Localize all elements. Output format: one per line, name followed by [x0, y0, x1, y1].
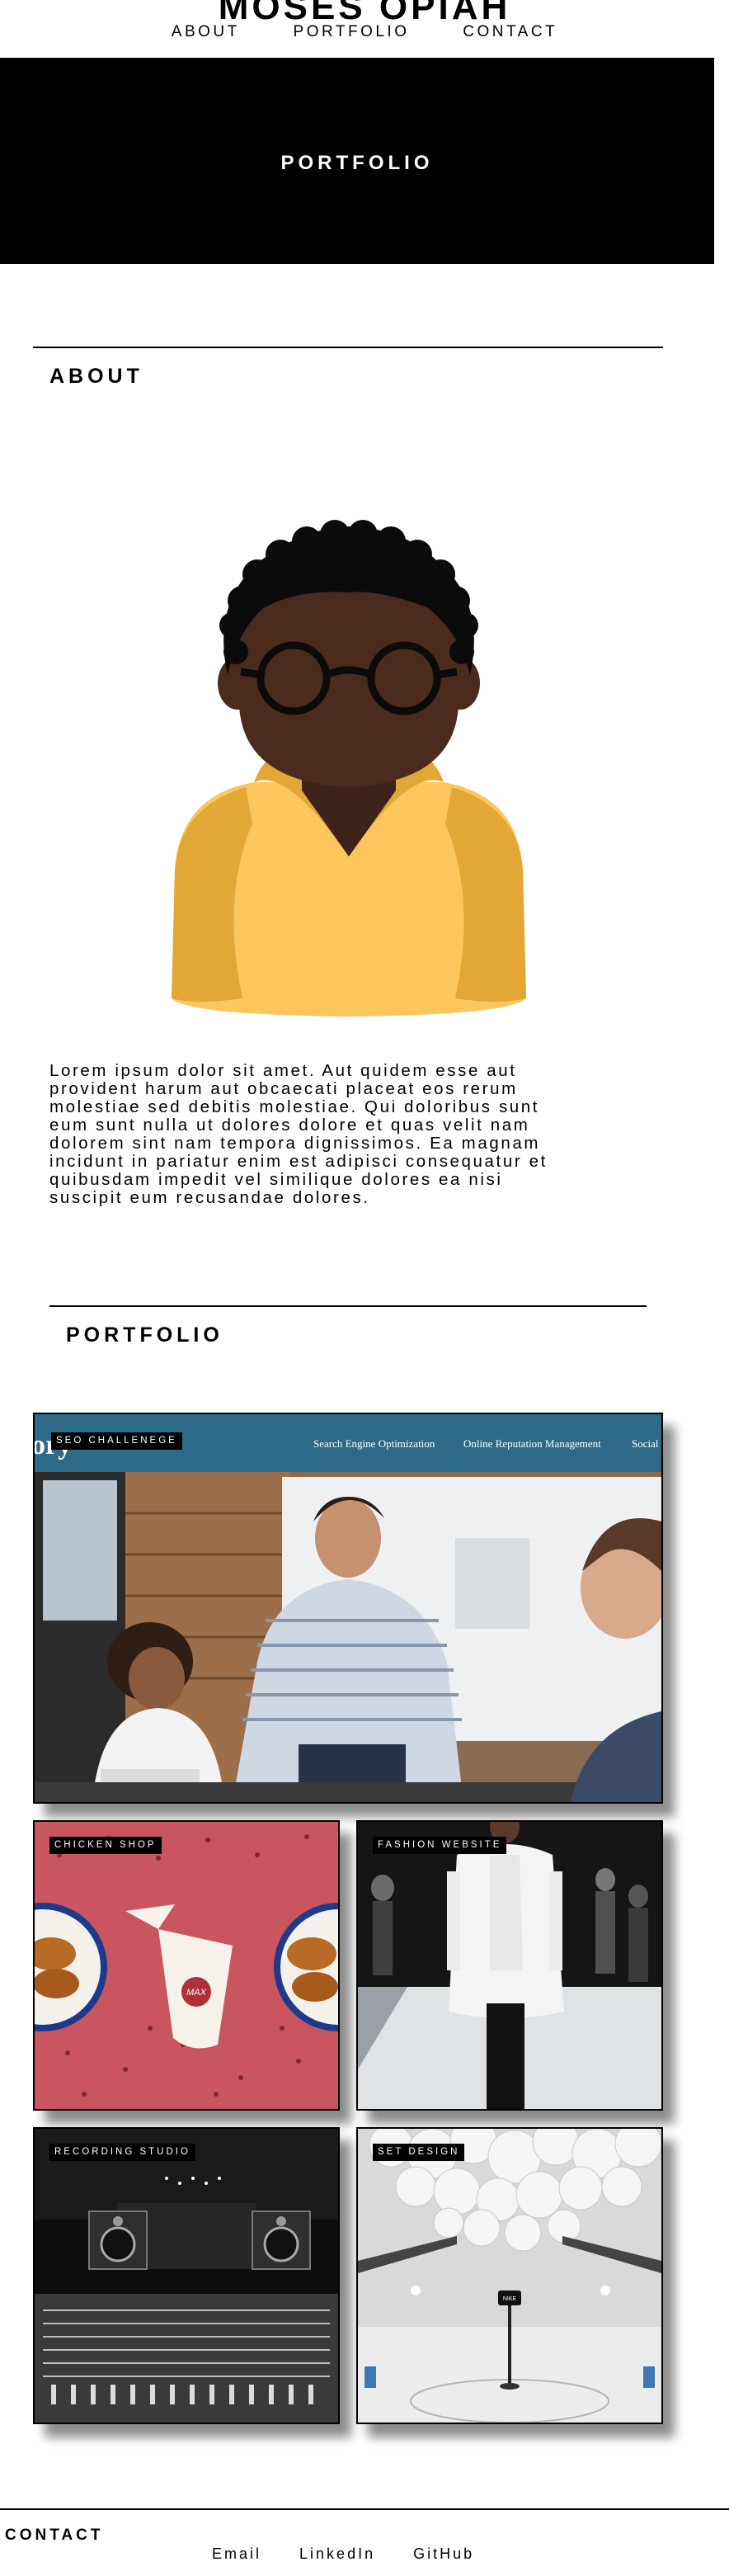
project-label-set-design: SET DESIGN [373, 2144, 465, 2161]
nav-contact-link[interactable]: CONTACT [463, 23, 557, 40]
seo-nav-item: Social [632, 1437, 659, 1450]
project-card-fashion[interactable]: FASHION WEBSITE [356, 1820, 663, 2111]
footer-links: Email LinkedIn GitHub [212, 2545, 506, 2563]
project-image-seo: ory Search Engine Optimization Online Re… [35, 1414, 661, 1802]
about-line: incidunt in pariatur enim est adipisci c… [49, 1152, 548, 1171]
project-card-recording-studio[interactable]: RECORDING STUDIO [33, 2127, 340, 2424]
about-text: Lorem ipsum dolor sit amet. Aut quidem e… [49, 1062, 660, 1207]
project-card-seo[interactable]: ory Search Engine Optimization Online Re… [33, 1413, 663, 1804]
project-image-chicken-shop: MAX [35, 1822, 338, 2109]
hero-label: PORTFOLIO [280, 152, 434, 174]
about-divider [33, 347, 663, 348]
set-sign-text: NIKE [503, 2296, 517, 2302]
github-link[interactable]: GitHub [413, 2545, 474, 2562]
project-label-chicken-shop: CHICKEN SHOP [49, 1837, 162, 1854]
about-line: molestiae sed debitis molestiae. Qui dol… [49, 1097, 540, 1116]
hero-banner: PORTFOLIO [0, 58, 714, 264]
portfolio-heading: PORTFOLIO [66, 1323, 223, 1347]
seo-nav-item: Search Engine Optimization [313, 1437, 435, 1450]
avatar-illustration [172, 520, 526, 1017]
about-line: eum sunt nulla ut dolores dolore et quas… [49, 1116, 530, 1135]
project-label-recording-studio: RECORDING STUDIO [49, 2144, 195, 2161]
about-line: Lorem ipsum dolor sit amet. Aut quidem e… [49, 1061, 517, 1080]
project-card-chicken-shop[interactable]: MAX CHICKEN SHOP [33, 1820, 340, 2111]
footer-heading: CONTACT [5, 2526, 104, 2544]
project-label-fashion: FASHION WEBSITE [373, 1837, 507, 1854]
linkedin-link[interactable]: LinkedIn [299, 2545, 375, 2562]
nav-about-link[interactable]: ABOUT [172, 23, 240, 40]
email-link[interactable]: Email [212, 2545, 261, 2562]
project-label-seo: SEO CHALLENEGE [51, 1432, 182, 1450]
project-image-set-design: NIKE [358, 2129, 661, 2423]
project-image-recording-studio [35, 2129, 338, 2423]
project-card-set-design[interactable]: NIKE SET DESIGN [356, 2127, 663, 2424]
wrapper-logo-text: MAX [186, 1988, 207, 1998]
footer-divider [0, 2508, 729, 2510]
about-line: provident harum aut obcaecati placeat eo… [49, 1079, 518, 1098]
portfolio-divider [49, 1305, 647, 1307]
about-line: quibusdam impedit vel similique dolores … [49, 1170, 503, 1189]
top-nav: ABOUT PORTFOLIO CONTACT [0, 23, 729, 41]
seo-nav-item: Online Reputation Management [463, 1437, 601, 1450]
about-line: suscipit eum recusandae dolores. [49, 1188, 370, 1207]
nav-portfolio-link[interactable]: PORTFOLIO [294, 23, 410, 40]
about-heading: ABOUT [49, 365, 143, 388]
project-image-fashion [358, 1822, 661, 2109]
about-line: dolorem sint nam tempora dignissimos. Ea… [49, 1134, 541, 1153]
